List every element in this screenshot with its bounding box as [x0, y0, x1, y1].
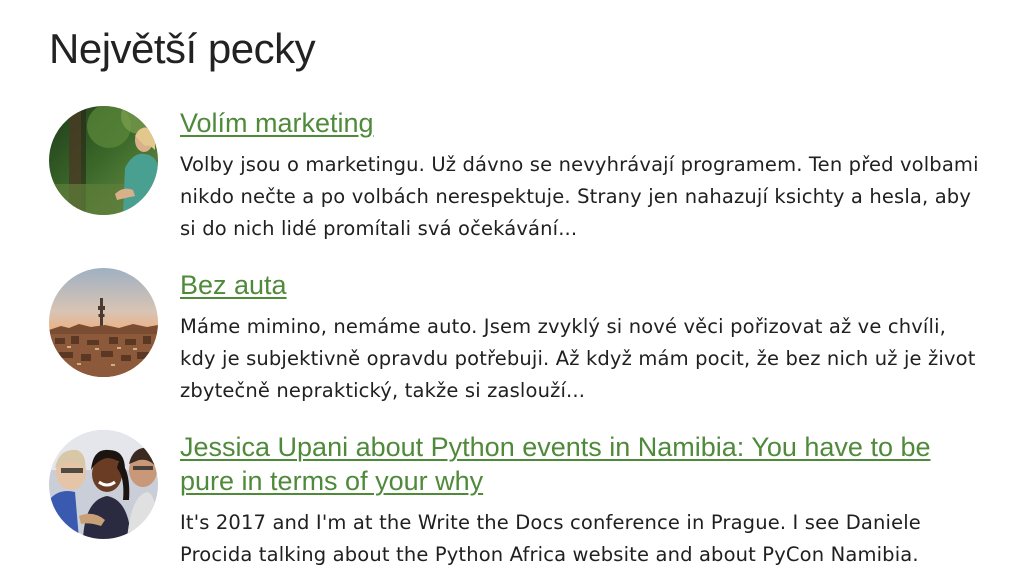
city-skyline-sunset-image: [49, 268, 158, 377]
article-body: Volím marketing Volby jsou o marketingu.…: [180, 106, 980, 245]
article-body: Bez auta Máme mimino, nemáme auto. Jsem …: [180, 268, 980, 407]
article-title-link[interactable]: Jessica Upani about Python events in Nam…: [180, 432, 931, 496]
portrait-woman-in-park-image: [49, 106, 158, 215]
article-thumbnail[interactable]: [49, 268, 158, 377]
article-title-link[interactable]: Bez auta: [180, 270, 287, 300]
section-title: Největší pecky: [49, 25, 316, 72]
article-thumbnail[interactable]: [49, 430, 158, 539]
page: Největší pecky Volím marketing Volby jso…: [0, 0, 1024, 566]
article-excerpt: Máme mimino, nemáme auto. Jsem zvyklý si…: [180, 315, 976, 402]
article-thumbnail[interactable]: [49, 106, 158, 215]
article-body: Jessica Upani about Python events in Nam…: [180, 430, 980, 571]
article-excerpt: Volby jsou o marketingu. Už dávno se nev…: [180, 153, 979, 240]
article-title-link[interactable]: Volím marketing: [180, 108, 374, 138]
group-of-women-smiling-image: [49, 430, 158, 539]
article-excerpt: It's 2017 and I'm at the Write the Docs …: [180, 511, 921, 566]
